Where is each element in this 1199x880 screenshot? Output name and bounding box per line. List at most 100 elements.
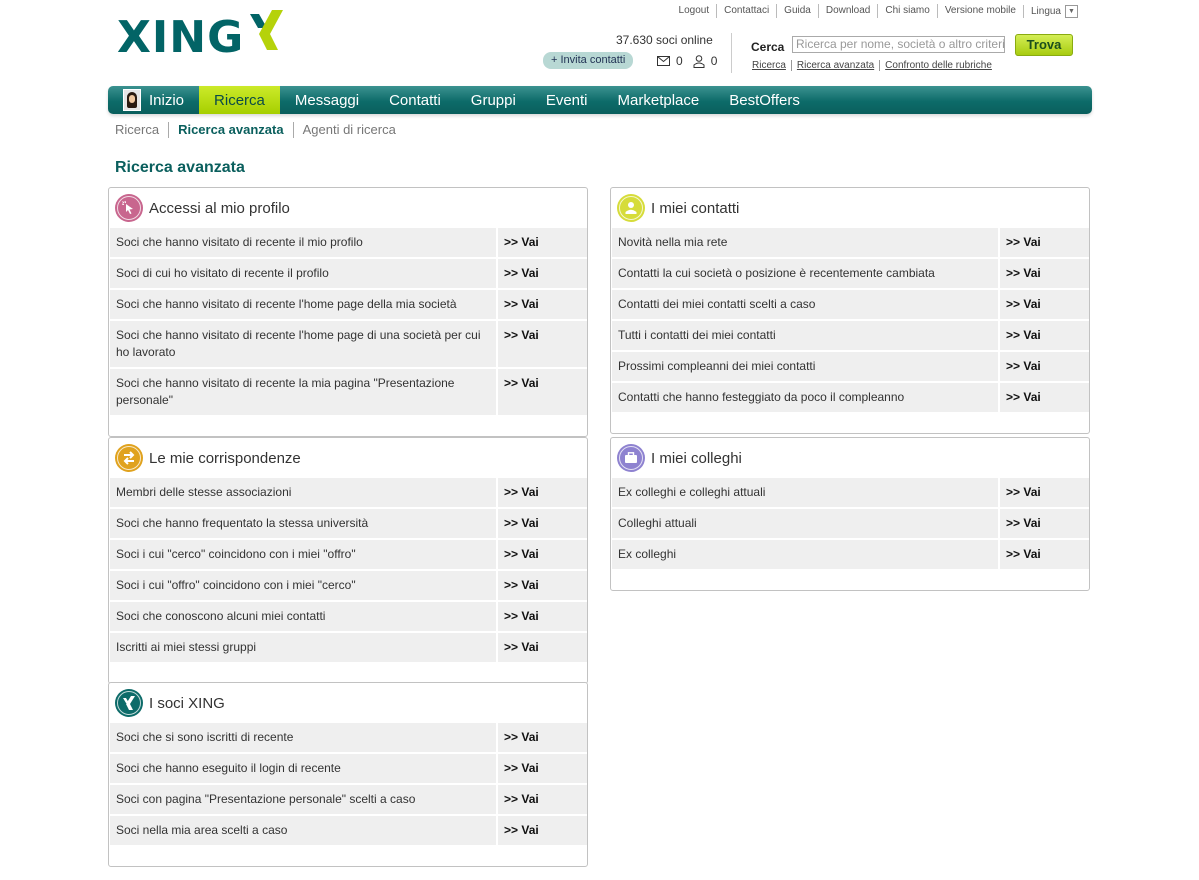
search-links: Ricerca Ricerca avanzata Confronto delle…	[752, 60, 997, 71]
list-item: Contatti la cui società o posizione è re…	[612, 259, 1089, 288]
subnav-search[interactable]: Ricerca	[115, 122, 168, 138]
xing-x-icon	[250, 10, 284, 50]
help-link[interactable]: Guida	[776, 4, 818, 18]
logout-link[interactable]: Logout	[672, 4, 717, 18]
go-link[interactable]: >> Vai	[498, 369, 587, 415]
box-header: I miei contatti	[611, 188, 1089, 228]
nav-item-bestoffers[interactable]: BestOffers	[714, 86, 815, 114]
person-icon	[617, 194, 645, 222]
list-item: Soci che conoscono alcuni miei contatti >…	[110, 602, 587, 631]
invite-contacts-button[interactable]: + Invita contatti	[543, 52, 634, 69]
contact-link[interactable]: Contattaci	[716, 4, 776, 18]
list-item: Soci che hanno frequentato la stessa uni…	[110, 509, 587, 538]
main-nav: Inizio Ricerca Messaggi Contatti Gruppi …	[108, 86, 1092, 114]
list-item: Soci di cui ho visitato di recente il pr…	[110, 259, 587, 288]
nav-item-groups[interactable]: Gruppi	[456, 86, 531, 114]
search-button[interactable]: Trova	[1015, 34, 1073, 56]
row-label: Soci nella mia area scelti a caso	[110, 816, 496, 845]
go-link[interactable]: >> Vai	[498, 816, 587, 845]
box-header: I soci XING	[109, 683, 587, 723]
go-link[interactable]: >> Vai	[1000, 478, 1089, 507]
row-label: Soci i cui "cerco" coincidono con i miei…	[110, 540, 496, 569]
list-item: Membri delle stesse associazioni >> Vai	[110, 478, 587, 507]
messages-count: 0	[676, 54, 683, 68]
header-divider	[731, 33, 732, 73]
box-title: I miei contatti	[651, 199, 740, 217]
go-link[interactable]: >> Vai	[1000, 228, 1089, 257]
language-selector[interactable]: Lingua ▼	[1022, 4, 1078, 18]
language-label: Lingua	[1030, 5, 1061, 17]
nav-item-marketplace[interactable]: Marketplace	[603, 86, 715, 114]
row-label: Soci che hanno eseguito il login di rece…	[110, 754, 496, 783]
address-book-compare-link[interactable]: Confronto delle rubriche	[879, 60, 997, 71]
go-link[interactable]: >> Vai	[498, 785, 587, 814]
briefcase-icon	[617, 444, 645, 472]
search-input[interactable]: Ricerca per nome, società o altro criter…	[792, 36, 1005, 53]
go-link[interactable]: >> Vai	[498, 290, 587, 319]
go-link[interactable]: >> Vai	[1000, 321, 1089, 350]
list-item: Prossimi compleanni dei miei contatti >> …	[612, 352, 1089, 381]
xing-logo[interactable]: XING	[117, 8, 286, 68]
go-link[interactable]: >> Vai	[1000, 352, 1089, 381]
go-link[interactable]: >> Vai	[498, 540, 587, 569]
logo-text: XING	[117, 12, 245, 63]
go-link[interactable]: >> Vai	[498, 478, 587, 507]
messages-counter[interactable]: 0	[657, 54, 683, 68]
list-item: Soci che hanno visitato di recente l'hom…	[110, 321, 587, 367]
box-header: Le mie corrispondenze	[109, 438, 587, 478]
row-label: Soci i cui "offro" coincidono con i miei…	[110, 571, 496, 600]
go-link[interactable]: >> Vai	[498, 602, 587, 631]
search-link[interactable]: Ricerca	[752, 60, 791, 71]
list-item: Soci che si sono iscritti di recente >> V…	[110, 723, 587, 752]
go-link[interactable]: >> Vai	[498, 509, 587, 538]
row-label: Soci di cui ho visitato di recente il pr…	[110, 259, 496, 288]
row-label: Soci che hanno visitato di recente il mi…	[110, 228, 496, 257]
go-link[interactable]: >> Vai	[1000, 290, 1089, 319]
box-title: I soci XING	[149, 694, 225, 712]
row-label: Soci che hanno frequentato la stessa uni…	[110, 509, 496, 538]
go-link[interactable]: >> Vai	[498, 723, 587, 752]
nav-item-search[interactable]: Ricerca	[199, 86, 280, 114]
subnav-advanced-search[interactable]: Ricerca avanzata	[168, 122, 293, 138]
box-title: I miei colleghi	[651, 449, 742, 467]
list-item: Contatti che hanno festeggiato da poco i…	[612, 383, 1089, 412]
list-item: Soci i cui "offro" coincidono con i miei…	[110, 571, 587, 600]
contacts-count: 0	[710, 54, 718, 68]
row-label: Soci che hanno visitato di recente la mi…	[110, 369, 496, 415]
nav-item-home[interactable]: Inizio	[108, 86, 199, 114]
advanced-search-link[interactable]: Ricerca avanzata	[790, 60, 879, 71]
box-my-colleagues: I miei colleghi Ex colleghi e colleghi a…	[610, 437, 1090, 591]
about-link[interactable]: Chi siamo	[877, 4, 936, 18]
row-label: Contatti la cui società o posizione è re…	[612, 259, 998, 288]
xing-logo-icon	[115, 689, 143, 717]
go-link[interactable]: >> Vai	[498, 571, 587, 600]
go-link[interactable]: >> Vai	[498, 754, 587, 783]
box-my-matches: Le mie corrispondenze Membri delle stess…	[108, 437, 588, 684]
go-link[interactable]: >> Vai	[498, 321, 587, 367]
list-item: Soci che hanno visitato di recente l'hom…	[110, 290, 587, 319]
mobile-version-link[interactable]: Versione mobile	[936, 4, 1023, 18]
go-link[interactable]: >> Vai	[498, 633, 587, 662]
list-item: Soci che hanno eseguito il login di rece…	[110, 754, 587, 783]
search-label: Cerca	[751, 40, 785, 54]
go-link[interactable]: >> Vai	[1000, 259, 1089, 288]
avatar	[123, 89, 141, 111]
go-link[interactable]: >> Vai	[1000, 540, 1089, 569]
list-item: Soci i cui "cerco" coincidono con i miei…	[110, 540, 587, 569]
download-link[interactable]: Download	[817, 4, 877, 18]
nav-item-contacts[interactable]: Contatti	[374, 86, 456, 114]
nav-label: Inizio	[149, 91, 185, 109]
row-label: Iscritti ai miei stessi gruppi	[110, 633, 496, 662]
row-label: Ex colleghi e colleghi attuali	[612, 478, 998, 507]
nav-item-messages[interactable]: Messaggi	[280, 86, 374, 114]
go-link[interactable]: >> Vai	[1000, 509, 1089, 538]
subnav-search-agents[interactable]: Agenti di ricerca	[292, 122, 405, 138]
contacts-counter[interactable]: 0	[693, 54, 718, 68]
nav-item-events[interactable]: Eventi	[531, 86, 603, 114]
go-link[interactable]: >> Vai	[498, 259, 587, 288]
chevron-down-icon: ▼	[1065, 4, 1078, 18]
row-label: Soci che si sono iscritti di recente	[110, 723, 496, 752]
go-link[interactable]: >> Vai	[1000, 383, 1089, 412]
list-item: Tutti i contatti dei miei contatti >> Vai	[612, 321, 1089, 350]
go-link[interactable]: >> Vai	[498, 228, 587, 257]
